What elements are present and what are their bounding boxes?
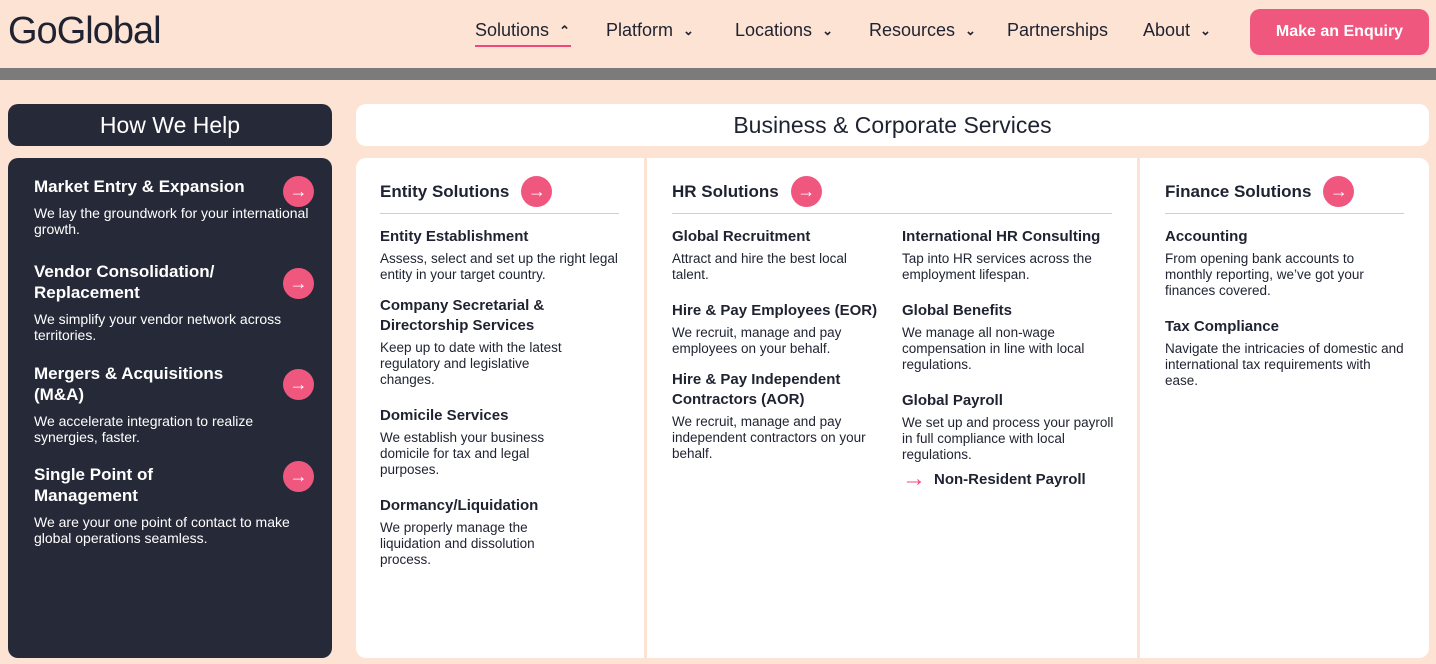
arrow-right-icon: →	[902, 465, 926, 492]
service-title: Global Benefits	[902, 302, 1013, 319]
business-corporate-services-heading: Business & Corporate Services	[356, 104, 1429, 146]
service-hire-pay-contractors[interactable]: Hire & Pay Independent Contractors (AOR)…	[672, 370, 872, 462]
hr-solutions-heading: HR Solutions	[672, 181, 779, 201]
sidebar-item-market-entry[interactable]: → Market Entry & Expansion We lay the gr…	[34, 176, 314, 237]
service-title: Accounting	[1165, 228, 1248, 245]
nav-partnerships[interactable]: Partnerships	[1007, 20, 1108, 41]
service-hire-pay-employees[interactable]: Hire & Pay Employees (EOR) We recruit, m…	[672, 301, 882, 357]
service-desc: Navigate the intricacies of domestic and…	[1165, 341, 1404, 388]
sidebar-item-title: Vendor Consolidation/ Replacement	[34, 262, 215, 302]
entity-solutions-heading: Entity Solutions	[380, 181, 510, 201]
service-title: Entity Establishment	[380, 228, 529, 245]
nav-about-label: About	[1143, 20, 1191, 40]
how-we-help-heading: How We Help	[8, 104, 332, 146]
service-title: International HR Consulting	[902, 228, 1101, 245]
nav-resources[interactable]: Resources ⌄	[869, 20, 976, 41]
sidebar-item-mergers-acquisitions[interactable]: → Mergers & Acquisitions (M&A) We accele…	[34, 363, 314, 445]
arrow-right-icon: →	[1323, 176, 1355, 207]
sidebar-item-title: Single Point of Management	[34, 465, 153, 505]
arrow-right-icon: →	[521, 176, 553, 207]
arrow-right-icon[interactable]: →	[283, 176, 314, 207]
arrow-right-icon[interactable]: →	[283, 369, 314, 400]
nav-solutions-label: Solutions	[475, 20, 550, 40]
entity-solutions-link[interactable]: Entity Solutions →	[380, 176, 553, 207]
service-domicile[interactable]: Domicile Services We establish your busi…	[380, 406, 580, 478]
chevron-up-icon: ⌃	[559, 22, 570, 38]
hr-solutions-link[interactable]: HR Solutions →	[672, 176, 822, 207]
arrow-right-icon[interactable]: →	[283, 461, 314, 492]
service-desc: We recruit, manage and pay independent c…	[672, 414, 866, 461]
service-title: Global Payroll	[902, 392, 1003, 409]
non-resident-payroll-link[interactable]: → Non-Resident Payroll	[902, 465, 1086, 492]
column-divider	[672, 213, 1112, 214]
service-title: Tax Compliance	[1165, 318, 1279, 335]
arrow-right-icon[interactable]: →	[283, 268, 314, 299]
chevron-down-icon: ⌄	[683, 22, 694, 38]
service-desc: Attract and hire the best local talent.	[672, 251, 847, 282]
chevron-down-icon: ⌄	[822, 22, 833, 38]
nav-platform[interactable]: Platform ⌄	[606, 20, 694, 41]
nav-platform-label: Platform	[606, 20, 674, 40]
service-desc: We recruit, manage and pay employees on …	[672, 325, 842, 356]
header-divider	[0, 68, 1436, 80]
sidebar-item-desc: We simplify your vendor network across t…	[34, 311, 282, 343]
top-navigation-bar: GoGlobal Solutions ⌃ Platform ⌄ Location…	[0, 0, 1436, 68]
service-global-payroll[interactable]: Global Payroll We set up and process you…	[902, 391, 1117, 463]
service-title: Dormancy/Liquidation	[380, 497, 539, 514]
make-enquiry-button[interactable]: Make an Enquiry	[1250, 9, 1429, 55]
active-nav-underline	[475, 45, 571, 47]
service-title: Domicile Services	[380, 407, 509, 424]
sidebar-item-desc: We accelerate integration to realize syn…	[34, 413, 254, 445]
how-we-help-panel: → Market Entry & Expansion We lay the gr…	[8, 158, 332, 658]
arrow-right-icon: →	[790, 176, 822, 207]
service-desc: We manage all non-wage compensation in l…	[902, 325, 1085, 372]
service-desc: Keep up to date with the latest regulato…	[380, 340, 562, 387]
nav-resources-label: Resources	[869, 20, 956, 40]
sidebar-item-desc: We lay the groundwork for your internati…	[34, 205, 309, 237]
service-global-recruitment[interactable]: Global Recruitment Attract and hire the …	[672, 227, 882, 283]
goglobal-logo[interactable]: GoGlobal	[8, 10, 162, 53]
service-desc: Assess, select and set up the right lega…	[380, 251, 618, 282]
service-desc: We set up and process your payroll in fu…	[902, 415, 1114, 462]
column-divider	[1165, 213, 1404, 214]
nav-locations[interactable]: Locations ⌄	[735, 20, 833, 41]
service-title: Hire & Pay Independent Contractors (AOR)	[672, 371, 841, 408]
service-company-secretarial[interactable]: Company Secretarial & Directorship Servi…	[380, 296, 580, 388]
service-title: Global Recruitment	[672, 228, 811, 245]
service-dormancy-liquidation[interactable]: Dormancy/Liquidation We properly manage …	[380, 496, 580, 568]
finance-solutions-link[interactable]: Finance Solutions →	[1165, 176, 1355, 207]
service-entity-establishment[interactable]: Entity Establishment Assess, select and …	[380, 227, 620, 283]
nav-about[interactable]: About ⌄	[1143, 20, 1211, 41]
service-desc: We establish your business domicile for …	[380, 430, 545, 477]
chevron-down-icon: ⌄	[965, 22, 976, 38]
sidebar-item-desc: We are your one point of contact to make…	[34, 514, 290, 546]
service-title: Company Secretarial & Directorship Servi…	[380, 297, 545, 334]
service-desc: From opening bank accounts to monthly re…	[1165, 251, 1364, 298]
sidebar-item-title: Market Entry & Expansion	[34, 177, 245, 196]
sidebar-item-single-point[interactable]: → Single Point of Management We are your…	[34, 461, 314, 546]
chevron-down-icon: ⌄	[1200, 22, 1211, 38]
service-desc: We properly manage the liquidation and d…	[380, 520, 535, 567]
service-title: Hire & Pay Employees (EOR)	[672, 302, 878, 319]
nav-locations-label: Locations	[735, 20, 813, 40]
sidebar-item-title: Mergers & Acquisitions (M&A)	[34, 364, 224, 404]
service-desc: Tap into HR services across the employme…	[902, 251, 1092, 282]
service-tax-compliance[interactable]: Tax Compliance Navigate the intricacies …	[1165, 317, 1405, 389]
service-international-hr-consulting[interactable]: International HR Consulting Tap into HR …	[902, 227, 1117, 283]
nav-partnerships-label: Partnerships	[1007, 20, 1109, 40]
non-resident-payroll-label: Non-Resident Payroll	[934, 470, 1086, 488]
finance-solutions-heading: Finance Solutions	[1165, 181, 1312, 201]
column-divider	[380, 213, 619, 214]
sidebar-item-vendor-consolidation[interactable]: → Vendor Consolidation/ Replacement We s…	[34, 261, 314, 343]
service-accounting[interactable]: Accounting From opening bank accounts to…	[1165, 227, 1405, 299]
service-global-benefits[interactable]: Global Benefits We manage all non-wage c…	[902, 301, 1117, 373]
nav-solutions[interactable]: Solutions ⌃	[475, 20, 571, 47]
